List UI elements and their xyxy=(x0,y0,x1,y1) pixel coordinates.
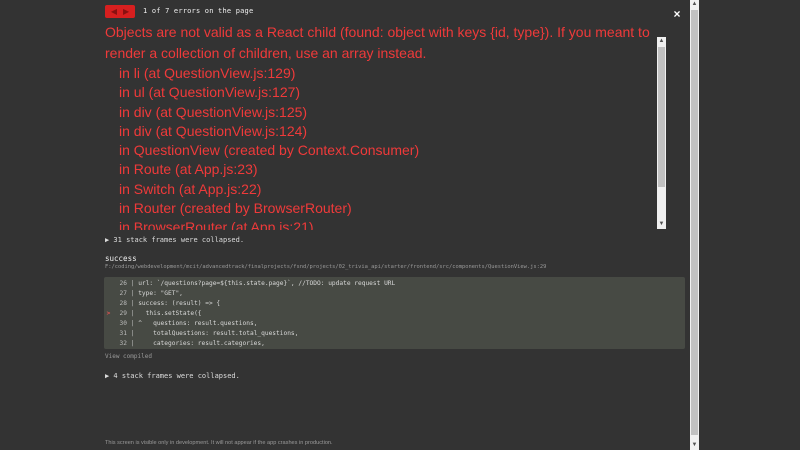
close-icon[interactable]: × xyxy=(671,8,683,20)
next-error-button[interactable]: ▶ xyxy=(123,5,129,18)
code-line-highlighted: >29 | this.setState({ xyxy=(106,310,202,317)
code-snippet[interactable]: 26 | url: `/questions?page=${this.state.… xyxy=(104,277,685,349)
message-scrollbar[interactable]: ▲ ▼ xyxy=(657,37,666,229)
error-message-panel: Objects are not valid as a React child (… xyxy=(105,22,655,230)
component-stack-line: in Switch (at App.js:22) xyxy=(119,180,262,197)
code-line: 30 | ^ questions: result.questions, xyxy=(119,320,258,327)
message-scrollbar-thumb[interactable] xyxy=(658,47,665,187)
collapsed-frames-toggle[interactable]: ▶ 31 stack frames were collapsed. xyxy=(105,236,244,244)
component-stack-line: in div (at QuestionView.js:125) xyxy=(119,103,308,120)
stack-frame-function: success xyxy=(105,254,137,263)
scroll-down-icon[interactable]: ▼ xyxy=(657,220,666,229)
code-line: 31 | totalQuestions: result.total_questi… xyxy=(119,330,299,337)
code-line: 26 | url: `/questions?page=${this.state.… xyxy=(119,280,396,287)
component-stack-line: in div (at QuestionView.js:124) xyxy=(119,122,308,139)
stack-frame-path[interactable]: F:/coding/webdevelopment/mcit/advancedtr… xyxy=(105,264,546,270)
error-nav-buttons: ◀ ▶ xyxy=(105,4,135,18)
component-stack-line: in Route (at App.js:23) xyxy=(119,161,258,178)
component-stack-line: in BrowserRouter (at App.js:21) xyxy=(119,219,314,230)
code-line: 27 | type: "GET", xyxy=(119,290,183,297)
dev-footer-note: This screen is visible only in developme… xyxy=(105,440,333,446)
view-compiled-link[interactable]: View compiled xyxy=(105,353,152,360)
page-scroll-up-icon[interactable]: ▲ xyxy=(690,0,699,9)
collapsed-frames-toggle[interactable]: ▶ 4 stack frames were collapsed. xyxy=(105,372,240,380)
page-scrollbar[interactable]: ▲ ▼ xyxy=(690,0,699,450)
previous-error-button[interactable]: ◀ xyxy=(111,5,117,18)
page-scrollbar-thumb[interactable] xyxy=(691,10,698,435)
error-count: 1 of 7 errors on the page xyxy=(143,7,254,15)
error-navigation: ◀ ▶ 1 of 7 errors on the page xyxy=(105,4,253,18)
code-line: 28 | success: (result) => { xyxy=(119,300,221,307)
error-headline: Objects are not valid as a React child (… xyxy=(105,24,650,61)
page-scroll-down-icon[interactable]: ▼ xyxy=(690,441,699,450)
component-stack-line: in ul (at QuestionView.js:127) xyxy=(119,84,301,101)
scroll-up-icon[interactable]: ▲ xyxy=(657,37,666,46)
component-stack-line: in li (at QuestionView.js:129) xyxy=(119,65,296,81)
component-stack-line: in Router (created by BrowserRouter) xyxy=(119,200,352,217)
component-stack-line: in QuestionView (created by Context.Cons… xyxy=(119,142,420,159)
code-line: 32 | categories: result.categories, xyxy=(119,340,265,347)
